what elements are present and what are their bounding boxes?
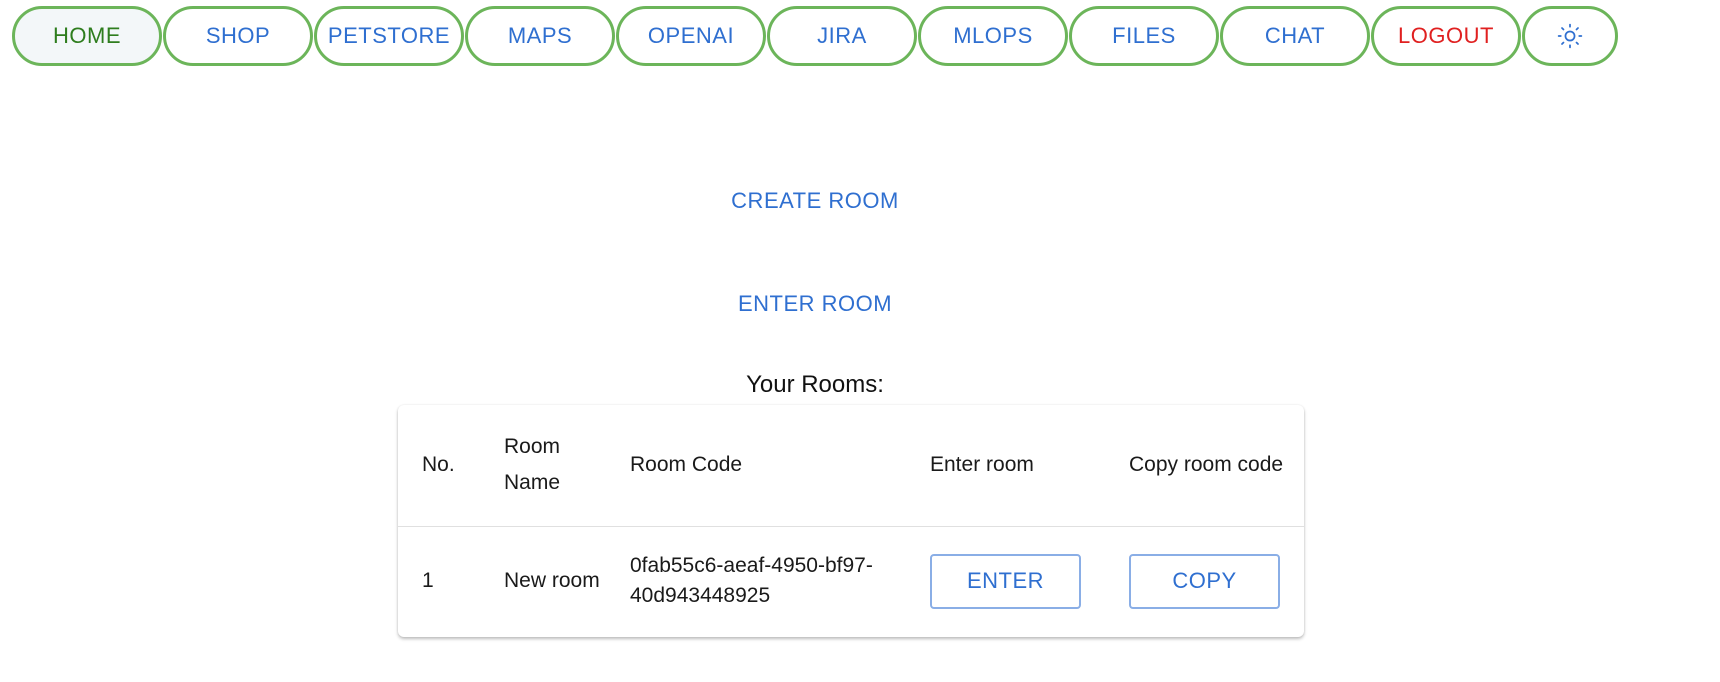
copy-room-code-button[interactable]: COPY (1129, 553, 1280, 609)
copy-cell: COPY (1105, 526, 1304, 636)
nav-openai-button[interactable]: OPENAI (616, 6, 766, 66)
rooms-table-card: No. Room Name Room Code Enter room Copy … (398, 405, 1304, 637)
column-header-no: No. (398, 405, 480, 527)
nav-jira-button[interactable]: JIRA (767, 6, 917, 66)
enter-room-button[interactable]: ENTER ROOM (0, 291, 1630, 317)
column-header-enter-room: Enter room (906, 405, 1105, 527)
enter-cell: ENTER (906, 526, 1105, 636)
column-header-copy-room-code: Copy room code (1105, 405, 1304, 527)
nav-chat-button[interactable]: CHAT (1220, 6, 1370, 66)
nav-petstore-button[interactable]: PETSTORE (314, 6, 464, 66)
enter-room-row-button[interactable]: ENTER (930, 553, 1081, 609)
column-header-room-name: Room Name (480, 405, 606, 527)
top-navigation: HOME SHOP PETSTORE MAPS OPENAI JIRA MLOP… (12, 6, 1618, 66)
column-header-room-code: Room Code (606, 405, 906, 527)
theme-toggle-button[interactable] (1522, 6, 1618, 66)
nav-mlops-button[interactable]: MLOPS (918, 6, 1068, 66)
nav-maps-button[interactable]: MAPS (465, 6, 615, 66)
rooms-heading: Your Rooms: (746, 371, 884, 398)
room-code-cell: 0fab55c6-aeaf-4950-bf97-40d943448925 (630, 554, 873, 608)
sun-icon (1557, 23, 1583, 49)
room-name-cell: New room (504, 569, 600, 593)
logout-button[interactable]: LOGOUT (1371, 6, 1521, 66)
rooms-table: No. Room Name Room Code Enter room Copy … (398, 405, 1304, 636)
nav-files-button[interactable]: FILES (1069, 6, 1219, 66)
nav-home-button[interactable]: HOME (12, 6, 162, 66)
room-number-cell: 1 (422, 569, 434, 593)
table-row: 1 New room 0fab55c6-aeaf-4950-bf97-40d94… (398, 526, 1304, 636)
nav-shop-button[interactable]: SHOP (163, 6, 313, 66)
table-header-row: No. Room Name Room Code Enter room Copy … (398, 405, 1304, 527)
create-room-button[interactable]: CREATE ROOM (0, 188, 1630, 214)
